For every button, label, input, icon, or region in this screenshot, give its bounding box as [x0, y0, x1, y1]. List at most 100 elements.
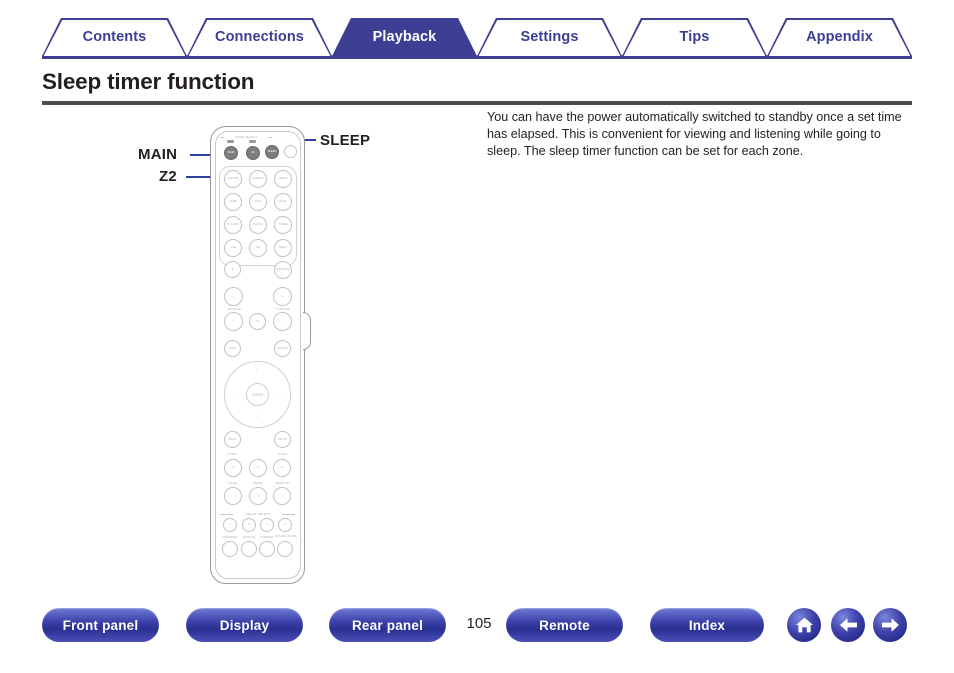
button-label: SLEEP [267, 149, 277, 154]
smart-select-rule-left [220, 513, 233, 515]
remote-button-tv-audio[interactable]: TV AUDIO [224, 216, 242, 234]
button-label: 1 [229, 522, 231, 527]
footer-button-display[interactable]: Display [186, 608, 303, 642]
remote-button-smart-1[interactable]: 1 [223, 518, 237, 532]
button-label: INFO [229, 345, 236, 350]
button-label: AUX2 [279, 199, 287, 204]
button-label: BACK [228, 436, 237, 441]
remote-button-play-pause[interactable]: ⏯ [249, 459, 267, 477]
tab-connections[interactable]: Connections [187, 18, 332, 56]
arrow-left-icon[interactable] [831, 608, 865, 642]
zone-led-main [227, 140, 234, 143]
button-label: 4 [284, 522, 286, 527]
button-label: AUX1 [254, 199, 262, 204]
remote-control-diagram: ZONE SELECT MAIN Z2 SLEEP SAT/CBL DVD/BL… [205, 126, 311, 586]
footer-button-index[interactable]: Index [650, 608, 764, 642]
footer-button-remote[interactable]: Remote [506, 608, 623, 642]
remote-button-memory[interactable] [273, 487, 291, 505]
home-icon[interactable] [787, 608, 821, 642]
tab-label: Connections [215, 29, 304, 45]
button-label: Display [219, 617, 270, 633]
tune-minus-label: TUNE - [227, 452, 239, 456]
footer-button-rear-panel[interactable]: Rear panel [329, 608, 446, 642]
remote-button-usb[interactable]: USB [224, 239, 242, 257]
button-label: MAIN [227, 150, 235, 155]
remote-button-phono[interactable]: PHONO [249, 216, 267, 234]
remote-button-dvd-blu[interactable]: DVD/BLU [249, 170, 267, 188]
remote-enter-button[interactable]: ENTER [246, 383, 269, 406]
remote-button-sound-mode[interactable] [277, 541, 293, 557]
tune-plus-label: TUNE + [277, 452, 289, 456]
remote-button-band[interactable] [224, 487, 242, 505]
zone-select-rule-left [220, 136, 224, 138]
remote-button-option[interactable]: OPTION [274, 340, 291, 357]
remote-button-stop[interactable]: ◻ [249, 487, 267, 505]
remote-button-setup[interactable]: SETUP [274, 431, 291, 448]
button-label: PHONO [252, 222, 264, 227]
footer-button-front-panel[interactable]: Front panel [42, 608, 159, 642]
smart-select-rule-right [282, 513, 295, 515]
title-divider [42, 101, 912, 105]
remote-button-speaker[interactable] [222, 541, 238, 557]
button-label: Rear panel [351, 617, 424, 633]
remote-button-main[interactable]: MAIN [224, 146, 238, 160]
remote-button-next[interactable]: ⏭ [273, 459, 291, 477]
previous-icon: ⏮ [231, 465, 235, 470]
button-label: Index [688, 617, 726, 633]
tab-settings[interactable]: Settings [477, 18, 622, 56]
remote-button-smart-3[interactable]: 3 [260, 518, 274, 532]
remote-button-ch-page-up[interactable]: ︿ [224, 287, 243, 306]
nav-up-marker: | [256, 368, 258, 372]
next-icon: ⏭ [280, 465, 284, 470]
remote-button-tuner[interactable]: TUNER [274, 216, 292, 234]
remote-button-smart-4[interactable]: 4 [278, 518, 292, 532]
remote-button-mute[interactable]: ⊲× [249, 313, 266, 330]
button-label: HEOS [279, 245, 287, 250]
remote-button-aux1[interactable]: AUX1 [249, 193, 267, 211]
remote-button-game[interactable]: GAME [224, 193, 242, 211]
ch-page-group-label: CH/PAGE [226, 307, 242, 311]
remote-button-sleep[interactable]: SLEEP [265, 145, 279, 159]
remote-button-mic[interactable]: ◈ [224, 261, 241, 278]
manual-page: Contents Connections Playback Settings T [0, 0, 954, 673]
button-label: Front panel [62, 617, 139, 633]
remote-button-status[interactable] [241, 541, 257, 557]
button-label: TUNER [278, 222, 288, 227]
chevron-up-icon: ︿ [232, 293, 235, 298]
remote-button-sat-cbl[interactable]: SAT/CBL [224, 170, 242, 188]
tab-label: Playback [372, 29, 437, 45]
remote-button-disc-skip[interactable]: DISC SKIP [274, 261, 292, 279]
remote-button-z2[interactable]: Z2 [246, 146, 260, 160]
remote-button-prev[interactable]: ⏮ [224, 459, 242, 477]
button-label: OPTION [277, 345, 288, 350]
remote-button-ch-page-down[interactable]: ﹀ [224, 312, 243, 331]
tab-label: Settings [520, 29, 579, 45]
remote-button-dimmer[interactable] [259, 541, 275, 557]
page-number: 105 [466, 615, 492, 632]
button-label: SAT/CBL [227, 176, 239, 181]
remote-button-info[interactable]: INFO [224, 340, 241, 357]
remote-button-volume-up[interactable]: ＋ [273, 287, 292, 306]
remote-button-aux2[interactable]: AUX2 [274, 193, 292, 211]
callout-label-sleep: SLEEP [320, 132, 371, 149]
plus-icon: ＋ [281, 293, 284, 298]
remote-button-volume-down[interactable]: － [273, 312, 292, 331]
remote-button-media[interactable]: MEDIA [274, 170, 292, 188]
tab-tips[interactable]: Tips [622, 18, 767, 56]
tab-contents[interactable]: Contents [42, 18, 187, 56]
tab-appendix[interactable]: Appendix [767, 18, 912, 56]
remote-button-power[interactable] [284, 145, 297, 158]
remote-button-back[interactable]: BACK [224, 431, 241, 448]
remote-button-cd[interactable]: CD [249, 239, 267, 257]
button-label: 2 [248, 522, 250, 527]
button-label: CD [256, 245, 260, 250]
button-label: Remote [539, 617, 590, 633]
zone-select-rule-right [268, 136, 272, 138]
tab-playback[interactable]: Playback [332, 18, 477, 56]
remote-button-heos[interactable]: HEOS [274, 239, 292, 257]
button-label: TV AUDIO [226, 222, 240, 227]
body-paragraph: You can have the power automatically swi… [487, 110, 902, 158]
page-title: Sleep timer function [42, 69, 255, 94]
remote-button-smart-2[interactable]: 2 [242, 518, 256, 532]
arrow-right-icon[interactable] [873, 608, 907, 642]
